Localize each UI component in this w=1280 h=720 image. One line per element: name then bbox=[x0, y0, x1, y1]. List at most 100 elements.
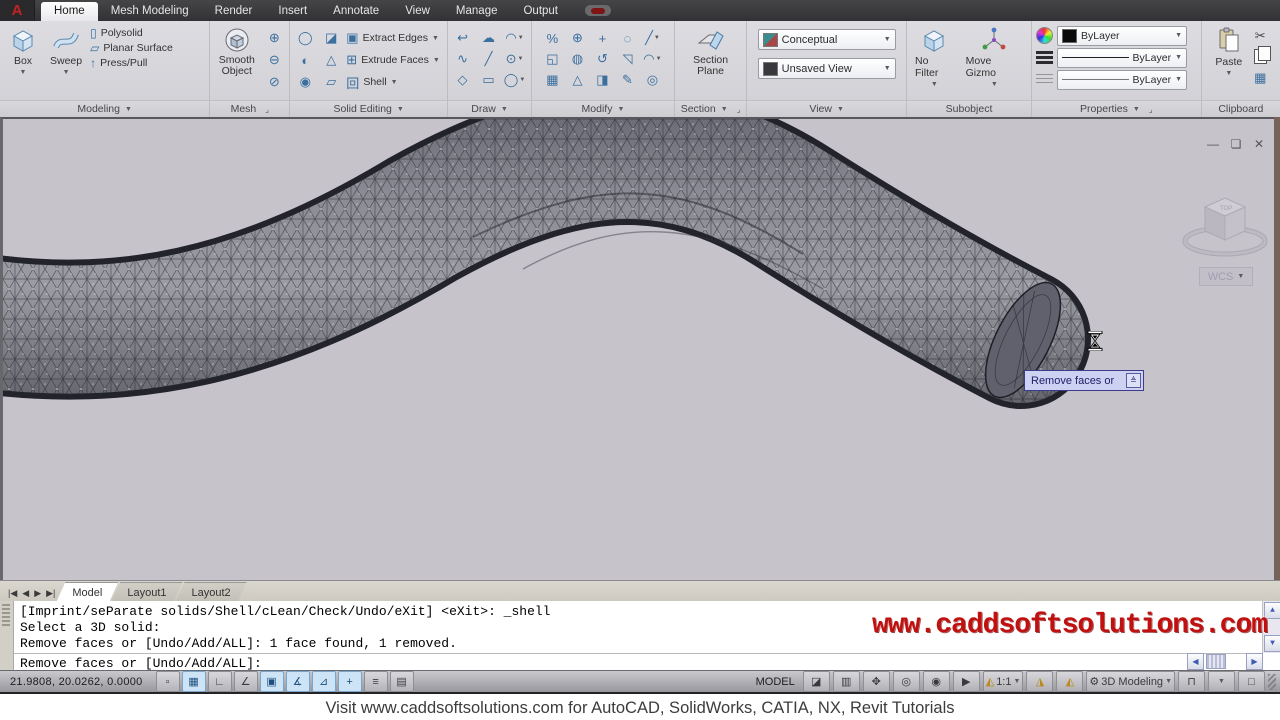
press-pull-button[interactable]: ↑ Press/Pull bbox=[90, 57, 173, 69]
layout-nav-icon-3[interactable]: ▶| bbox=[44, 587, 57, 600]
ribbon-tab-output[interactable]: Output bbox=[510, 2, 571, 21]
application-menu-button[interactable]: A bbox=[0, 0, 35, 21]
layout-tab-layout1[interactable]: Layout1 bbox=[111, 582, 182, 602]
thicken-icon[interactable]: ▱ bbox=[320, 72, 342, 92]
ribbon-tab-view[interactable]: View bbox=[392, 2, 443, 21]
offset-icon[interactable]: ◎ bbox=[641, 70, 663, 90]
layout-nav-icon-1[interactable]: ◀ bbox=[20, 587, 31, 600]
cut-button[interactable]: ✂ bbox=[1250, 26, 1270, 45]
model-space-button[interactable]: MODEL bbox=[751, 674, 800, 690]
shell-button[interactable]: 回 Shell ▼ bbox=[346, 72, 440, 92]
circle-icon[interactable]: ⊙ ▼ bbox=[504, 49, 526, 69]
ribbon-tab-manage[interactable]: Manage bbox=[443, 2, 511, 21]
wcs-dropdown[interactable]: WCS ▼ bbox=[1199, 267, 1253, 286]
3d-rotate-icon[interactable]: ⊕ bbox=[566, 28, 588, 48]
ellipse-icon-dropdown[interactable]: ▼ bbox=[519, 77, 525, 83]
viewcube[interactable]: TOP bbox=[1182, 197, 1268, 257]
3d-mirror-icon[interactable]: ◍ bbox=[566, 49, 588, 69]
object-color-dropdown[interactable]: ByLayer ▼ bbox=[1057, 25, 1188, 46]
quick-view-drawings-button[interactable]: ▥ bbox=[832, 671, 860, 692]
window-close-icon[interactable]: ✕ bbox=[1252, 137, 1266, 151]
steering-wheel-button[interactable]: ◉ bbox=[922, 671, 950, 692]
lwt-toggle[interactable]: ≡ bbox=[363, 671, 388, 692]
extract-edges-dropdown-icon[interactable]: ▼ bbox=[432, 35, 439, 42]
properties-dialog-launcher-icon[interactable]: ⌟ bbox=[1149, 105, 1153, 114]
explode-icon[interactable]: % bbox=[541, 28, 563, 48]
smooth-object-button[interactable]: Smooth Object bbox=[214, 24, 259, 80]
layout-tab-model[interactable]: Model bbox=[56, 582, 118, 602]
arc-icon[interactable]: ◠ ▼ bbox=[504, 28, 526, 48]
visual-style-dropdown[interactable]: Conceptual ▼ bbox=[757, 29, 896, 50]
show-motion-button[interactable]: ▶ bbox=[952, 671, 980, 692]
paste-dropdown-icon[interactable]: ▼ bbox=[1225, 70, 1232, 77]
slice-icon[interactable]: ◪ bbox=[320, 28, 342, 48]
object-color-dropdown-icon[interactable]: ▼ bbox=[1175, 32, 1182, 39]
no-filter-button[interactable]: No Filter ▼ bbox=[911, 24, 958, 91]
array-icon[interactable]: ▦ bbox=[541, 70, 563, 90]
section-plane-button[interactable]: Section Plane bbox=[679, 24, 742, 80]
ortho-toggle[interactable]: ∟ bbox=[207, 671, 232, 692]
no-filter-dropdown-icon[interactable]: ▼ bbox=[931, 81, 938, 88]
scale-icon[interactable]: ◹ bbox=[616, 49, 638, 69]
ribbon-tab-home[interactable]: Home bbox=[41, 2, 98, 21]
spline-icon[interactable]: ∿ bbox=[452, 49, 474, 69]
command-window[interactable]: [Imprint/seParate solids/Shell/cLean/Che… bbox=[0, 601, 1280, 671]
rotate-icon[interactable]: ↺ bbox=[591, 49, 613, 69]
smooth-less-icon[interactable]: ⊖ bbox=[263, 50, 285, 70]
rectangle-icon[interactable]: ▭ bbox=[478, 70, 500, 90]
panel-label-view[interactable]: View ▼ bbox=[747, 100, 907, 117]
box-button[interactable]: Box ▼ bbox=[4, 24, 42, 79]
grid-toggle[interactable]: ▦ bbox=[181, 671, 206, 692]
toolbar-lock-button[interactable]: ⊓ bbox=[1178, 671, 1205, 692]
clean-screen-button[interactable]: □ bbox=[1238, 671, 1265, 692]
move-gizmo-dropdown-icon[interactable]: ▼ bbox=[991, 81, 998, 88]
polar-toggle[interactable]: ∠ bbox=[233, 671, 258, 692]
tooltip-more-icon[interactable]: ≜ bbox=[1126, 373, 1141, 388]
status-overflow-button[interactable]: ▼ bbox=[1208, 671, 1235, 692]
paste-special-button[interactable]: ▦ bbox=[1250, 68, 1270, 87]
stretch-icon[interactable]: ◨ bbox=[591, 70, 613, 90]
layout-tab-layout2[interactable]: Layout2 bbox=[176, 582, 247, 602]
sweep-button[interactable]: Sweep ▼ bbox=[46, 24, 86, 79]
mesh-dialog-launcher-icon[interactable]: ⌟ bbox=[265, 105, 269, 114]
snap-toggle[interactable]: ▫ bbox=[155, 671, 180, 692]
visual-style-dropdown-icon[interactable]: ▼ bbox=[884, 36, 891, 43]
break-icon[interactable]: ╱ ▼ bbox=[641, 28, 663, 48]
ribbon-tab-mesh-modeling[interactable]: Mesh Modeling bbox=[98, 2, 202, 21]
copy-icon[interactable]: ◱ bbox=[541, 49, 563, 69]
section-dialog-launcher-icon[interactable]: ⌟ bbox=[737, 105, 741, 114]
box-dropdown-icon[interactable]: ▼ bbox=[20, 69, 27, 76]
planar-surface-button[interactable]: ▱ Planar Surface bbox=[90, 42, 173, 54]
panel-label-solid-editing[interactable]: Solid Editing ▼ bbox=[290, 100, 448, 117]
linetype-icon[interactable] bbox=[1036, 74, 1054, 85]
extrude-faces-button[interactable]: ⊞ Extrude Faces ▼ bbox=[346, 50, 440, 70]
paste-button[interactable]: Paste ▼ bbox=[1211, 24, 1246, 80]
qp-toggle[interactable]: ▤ bbox=[389, 671, 414, 692]
panel-label-properties[interactable]: Properties ▼ ⌟ bbox=[1032, 100, 1201, 117]
drawing-canvas[interactable]: TOP — ❏ ✕ WCS ▼ Remove faces or ≜ bbox=[0, 117, 1280, 580]
3d-align-icon[interactable]: △ bbox=[566, 70, 588, 90]
lineweight-icon[interactable] bbox=[1036, 51, 1054, 64]
linetype-dropdown[interactable]: ByLayer ▼ bbox=[1057, 69, 1188, 90]
named-view-dropdown-icon[interactable]: ▼ bbox=[884, 65, 891, 72]
break-icon-dropdown[interactable]: ▼ bbox=[654, 35, 660, 41]
panel-label-clipboard[interactable]: Clipboard bbox=[1201, 100, 1280, 117]
named-view-dropdown[interactable]: Unsaved View ▼ bbox=[757, 58, 896, 79]
ribbon-minimize-button[interactable] bbox=[585, 5, 612, 16]
pan-button[interactable]: ✥ bbox=[862, 671, 890, 692]
fillet-icon-dropdown[interactable]: ▼ bbox=[656, 56, 662, 62]
zoom-button[interactable]: ◎ bbox=[892, 671, 920, 692]
shell-dropdown-icon[interactable]: ▼ bbox=[391, 79, 398, 86]
ribbon-tab-insert[interactable]: Insert bbox=[265, 2, 320, 21]
layout-nav-icon-2[interactable]: ▶ bbox=[32, 587, 43, 600]
workspace-switcher[interactable]: ⚙ 3D Modeling ▼ bbox=[1086, 671, 1175, 692]
auto-annotation-button[interactable]: ◭ bbox=[1056, 671, 1084, 692]
arc-icon-dropdown[interactable]: ▼ bbox=[518, 35, 524, 41]
subtract-icon[interactable]: ◐ bbox=[294, 50, 316, 70]
osnap-toggle[interactable]: ▣ bbox=[259, 671, 284, 692]
ellipse-icon[interactable]: ◯ ▼ bbox=[504, 70, 526, 90]
scroll-left-icon[interactable]: ◀ bbox=[1187, 653, 1204, 670]
quick-view-layouts-button[interactable]: ◪ bbox=[802, 671, 830, 692]
erase-icon[interactable]: ✎ bbox=[616, 70, 638, 90]
panel-label-modeling[interactable]: Modeling ▼ bbox=[0, 100, 210, 117]
